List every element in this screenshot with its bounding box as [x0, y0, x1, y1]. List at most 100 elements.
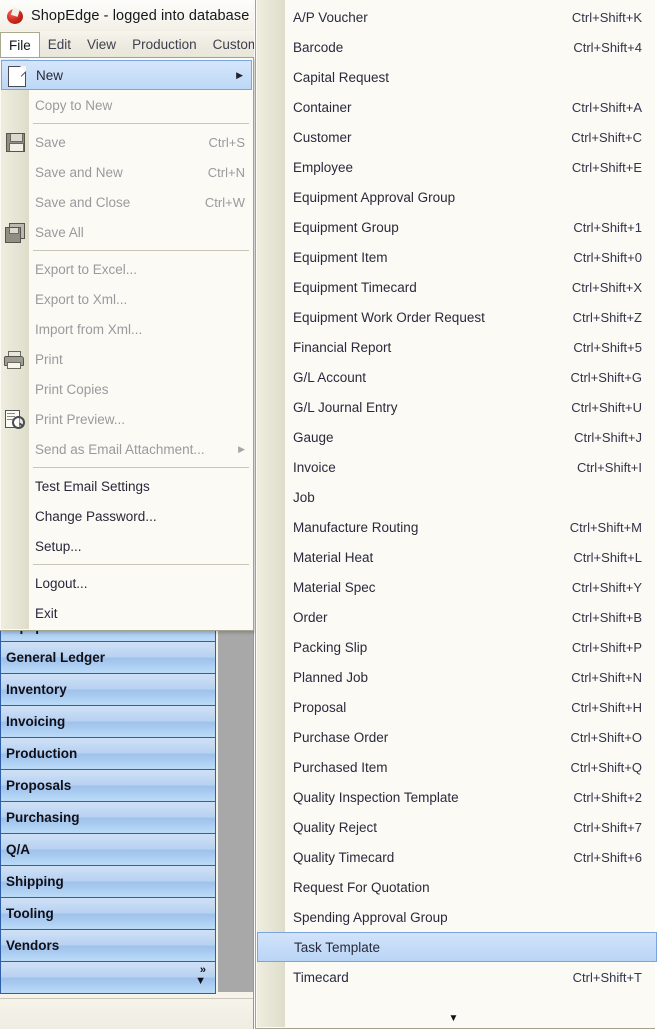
file-menu-item-save-and-close[interactable]: Save and Close Ctrl+W	[0, 187, 253, 217]
new-submenu-item-equipment-group[interactable]: Equipment Group Ctrl+Shift+1	[256, 212, 658, 242]
new-submenu-item-shortcut: Ctrl+Shift+P	[571, 639, 642, 655]
new-submenu-item-label: Equipment Approval Group	[293, 189, 456, 205]
menubar-item-edit[interactable]: Edit	[40, 31, 79, 57]
sidebar-item-invoicing[interactable]: Invoicing	[0, 706, 216, 738]
new-submenu-item-purchased-item[interactable]: Purchased Item Ctrl+Shift+Q	[256, 752, 658, 782]
menu-separator	[0, 464, 253, 471]
file-menu-item-print-preview[interactable]: Print Preview...	[0, 404, 253, 434]
sidebar-item-label: Q/A	[6, 842, 31, 857]
sidebar-item-label: Invoicing	[6, 714, 66, 729]
new-submenu-item-material-heat[interactable]: Material Heat Ctrl+Shift+L	[256, 542, 658, 572]
sidebar-item-production[interactable]: Production	[0, 738, 216, 770]
menubar-item-custom[interactable]: Custom	[205, 31, 254, 57]
file-menu-item-copy-to-new[interactable]: Copy to New	[0, 90, 253, 120]
new-submenu-item-job[interactable]: Job	[256, 482, 658, 512]
new-submenu-item-planned-job[interactable]: Planned Job Ctrl+Shift+N	[256, 662, 658, 692]
new-submenu-item-label: Planned Job	[293, 669, 369, 685]
file-menu-item-label: Save and New	[35, 164, 123, 180]
new-submenu-item-proposal[interactable]: Proposal Ctrl+Shift+H	[256, 692, 658, 722]
sidebar-item-vendors[interactable]: Vendors	[0, 930, 216, 962]
file-menu-item-save[interactable]: Save Ctrl+S	[0, 127, 253, 157]
file-menu-item-send-as-email-attachment[interactable]: Send as Email Attachment... ▶	[0, 434, 253, 464]
menubar-item-label: File	[9, 37, 31, 53]
new-submenu-item-shortcut: Ctrl+Shift+K	[571, 9, 642, 25]
file-menu-item-shortcut: Ctrl+N	[207, 164, 245, 180]
new-submenu-item-quality-reject[interactable]: Quality Reject Ctrl+Shift+7	[256, 812, 658, 842]
menu-separator	[0, 247, 253, 254]
new-submenu-item-shortcut: Ctrl+Shift+A	[571, 99, 642, 115]
new-submenu-item-order[interactable]: Order Ctrl+Shift+B	[256, 602, 658, 632]
new-submenu-item-task-template[interactable]: Task Template	[257, 932, 657, 962]
new-submenu-item-invoice[interactable]: Invoice Ctrl+Shift+I	[256, 452, 658, 482]
new-submenu-item-quality-inspection-template[interactable]: Quality Inspection Template Ctrl+Shift+2	[256, 782, 658, 812]
new-submenu-item-capital-request[interactable]: Capital Request	[256, 62, 658, 92]
file-menu-item-shortcut: Ctrl+S	[208, 134, 245, 150]
menubar-item-file[interactable]: File	[0, 32, 40, 57]
new-submenu-item-employee[interactable]: Employee Ctrl+Shift+E	[256, 152, 658, 182]
new-submenu-item-shortcut: Ctrl+Shift+I	[576, 459, 642, 475]
file-menu-item-print[interactable]: Print	[0, 344, 253, 374]
new-submenu-item-g-l-journal-entry[interactable]: G/L Journal Entry Ctrl+Shift+U	[256, 392, 658, 422]
file-menu-item-new[interactable]: New ▶	[1, 60, 252, 90]
sidebar-item-proposals[interactable]: Proposals	[0, 770, 216, 802]
file-menu-item-export-to-xml[interactable]: Export to Xml...	[0, 284, 253, 314]
new-submenu-item-packing-slip[interactable]: Packing Slip Ctrl+Shift+P	[256, 632, 658, 662]
new-submenu-item-quality-timecard[interactable]: Quality Timecard Ctrl+Shift+6	[256, 842, 658, 872]
sidebar-item-inventory[interactable]: Inventory	[0, 674, 216, 706]
new-submenu-item-spending-approval-group[interactable]: Spending Approval Group	[256, 902, 658, 932]
scroll-down-arrow-icon[interactable]: ▼	[256, 1011, 657, 1027]
file-menu-item-setup[interactable]: Setup...	[0, 531, 253, 561]
new-submenu-item-shortcut: Ctrl+Shift+O	[570, 729, 642, 745]
scroll-down-glyph: ▼	[448, 1013, 459, 1024]
new-submenu-item-request-for-quotation[interactable]: Request For Quotation	[256, 872, 658, 902]
file-menu-item-save-all[interactable]: Save All	[0, 217, 253, 247]
new-submenu-item-shortcut: Ctrl+Shift+B	[571, 609, 642, 625]
new-submenu-item-barcode[interactable]: Barcode Ctrl+Shift+4	[256, 32, 658, 62]
new-submenu-item-shortcut: Ctrl+Shift+Z	[572, 309, 642, 325]
new-submenu-item-label: Purchased Item	[293, 759, 388, 775]
sidebar-item-shipping[interactable]: Shipping	[0, 866, 216, 898]
new-submenu-item-purchase-order[interactable]: Purchase Order Ctrl+Shift+O	[256, 722, 658, 752]
new-submenu-item-financial-report[interactable]: Financial Report Ctrl+Shift+5	[256, 332, 658, 362]
sidebar-item-q-a[interactable]: Q/A	[0, 834, 216, 866]
new-submenu-item-g-l-account[interactable]: G/L Account Ctrl+Shift+G	[256, 362, 658, 392]
new-submenu-item-gauge[interactable]: Gauge Ctrl+Shift+J	[256, 422, 658, 452]
file-menu-item-change-password[interactable]: Change Password...	[0, 501, 253, 531]
file-menu-item-print-copies[interactable]: Print Copies	[0, 374, 253, 404]
new-submenu-item-label: Spending Approval Group	[293, 909, 448, 925]
sidebar-item-label: Purchasing	[6, 810, 80, 825]
file-menu-item-logout[interactable]: Logout...	[0, 568, 253, 598]
save-icon	[4, 132, 25, 152]
file-menu-item-export-to-excel[interactable]: Export to Excel...	[0, 254, 253, 284]
file-menu-dropdown: New ▶ Copy to New Save Ctrl+S Save and New Ctr…	[0, 57, 254, 631]
new-submenu-item-label: Employee	[293, 159, 354, 175]
file-menu-item-exit[interactable]: Exit	[0, 598, 253, 628]
file-menu-item-test-email-settings[interactable]: Test Email Settings	[0, 471, 253, 501]
file-menu-item-label: Save and Close	[35, 194, 131, 210]
sidebar-item-purchasing[interactable]: Purchasing	[0, 802, 216, 834]
new-submenu-item-manufacture-routing[interactable]: Manufacture Routing Ctrl+Shift+M	[256, 512, 658, 542]
file-menu-item-import-from-xml[interactable]: Import from Xml...	[0, 314, 253, 344]
new-submenu-item-timecard[interactable]: Timecard Ctrl+Shift+T	[256, 962, 658, 992]
new-submenu-item-shortcut: Ctrl+Shift+0	[573, 249, 642, 265]
new-submenu-item-equipment-approval-group[interactable]: Equipment Approval Group	[256, 182, 658, 212]
menu-separator	[0, 561, 253, 568]
sidebar-item-label: Vendors	[6, 938, 60, 953]
file-menu-item-save-and-new[interactable]: Save and New Ctrl+N	[0, 157, 253, 187]
menubar-item-production[interactable]: Production	[124, 31, 205, 57]
sidebar-item-label: Proposals	[6, 778, 72, 793]
new-submenu-item-label: Capital Request	[293, 69, 390, 85]
sidebar-overflow-button[interactable]: » ▼	[0, 962, 216, 994]
new-submenu-item-equipment-work-order-request[interactable]: Equipment Work Order Request Ctrl+Shift+Z	[256, 302, 658, 332]
menubar-item-view[interactable]: View	[79, 31, 124, 57]
sidebar-item-tooling[interactable]: Tooling	[0, 898, 216, 930]
sidebar-item-general-ledger[interactable]: General Ledger	[0, 642, 216, 674]
new-submenu-item-equipment-timecard[interactable]: Equipment Timecard Ctrl+Shift+X	[256, 272, 658, 302]
new-submenu-item-container[interactable]: Container Ctrl+Shift+A	[256, 92, 658, 122]
new-submenu-item-equipment-item[interactable]: Equipment Item Ctrl+Shift+0	[256, 242, 658, 272]
caret-down-icon: ▼	[195, 975, 206, 987]
new-submenu-item-material-spec[interactable]: Material Spec Ctrl+Shift+Y	[256, 572, 658, 602]
new-submenu-item-customer[interactable]: Customer Ctrl+Shift+C	[256, 122, 658, 152]
new-submenu-item-a-p-voucher[interactable]: A/P Voucher Ctrl+Shift+K	[256, 2, 658, 32]
new-submenu-item-label: Packing Slip	[293, 639, 368, 655]
